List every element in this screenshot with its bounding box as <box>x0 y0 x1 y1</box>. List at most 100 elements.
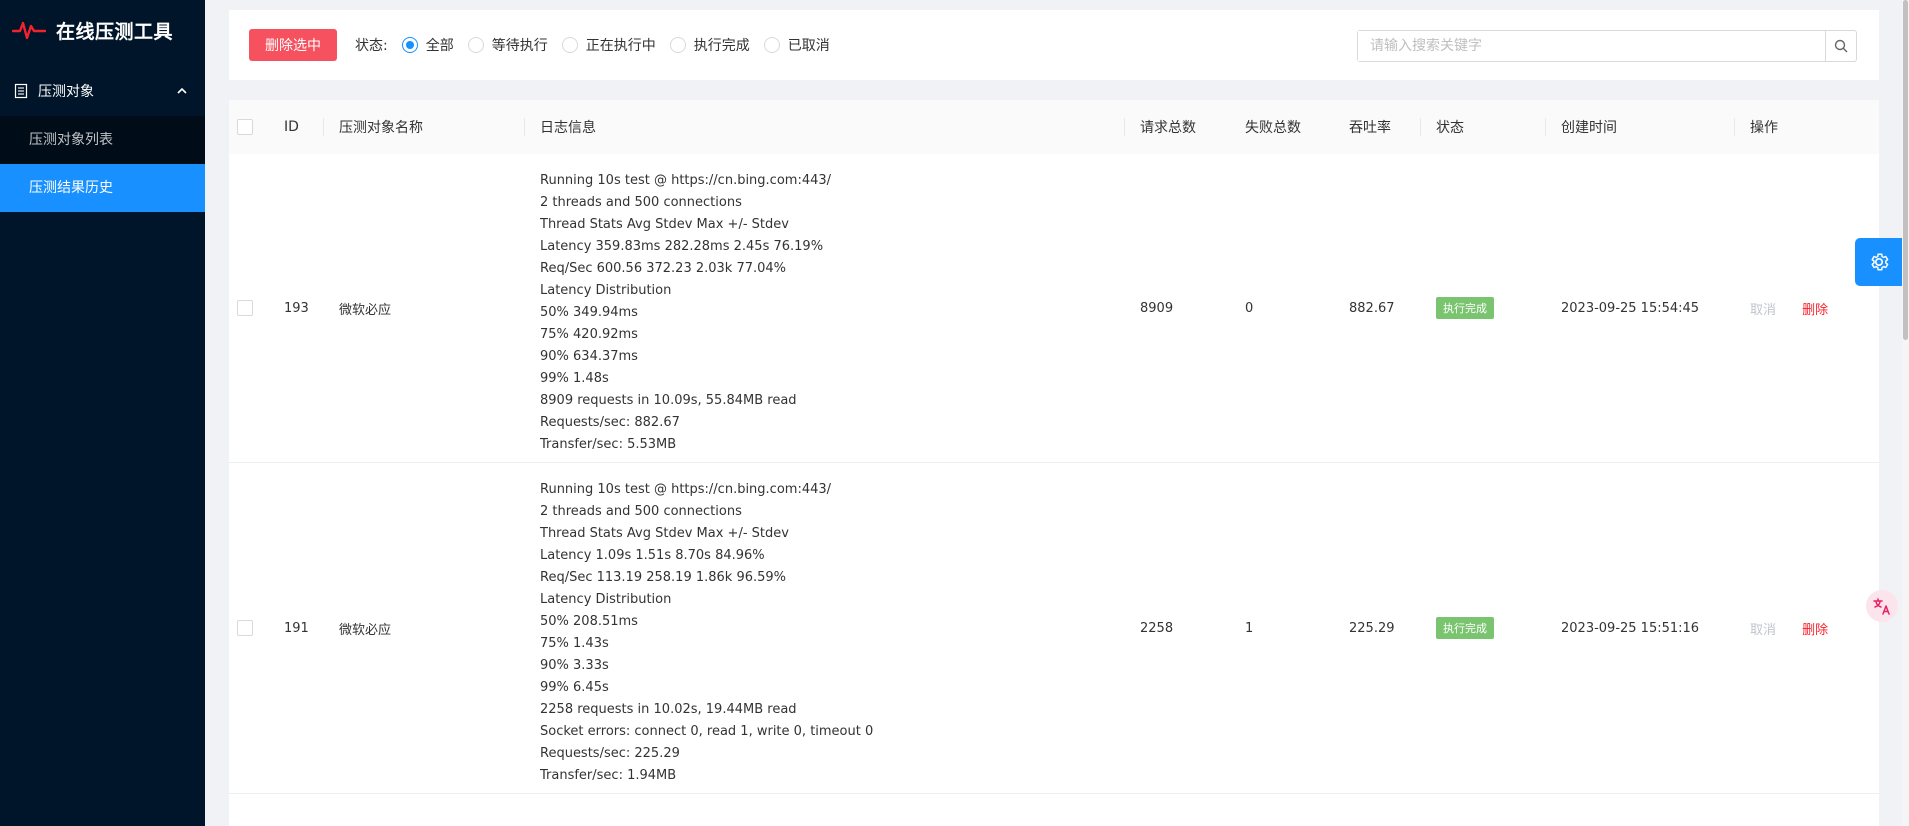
log-line: Running 10s test @ https://cn.bing.com:4… <box>540 482 832 497</box>
results-table-panel: ID 压测对象名称 日志信息 请求总数 失败总数 吞吐率 状态 创建时间 操作 … <box>229 100 1879 826</box>
row-checkbox[interactable] <box>237 620 253 636</box>
table-header-row: ID 压测对象名称 日志信息 请求总数 失败总数 吞吐率 状态 创建时间 操作 <box>229 100 1879 154</box>
log-line: 75% 420.92ms <box>540 327 638 342</box>
cell-id: 191 <box>268 462 323 794</box>
delete-link[interactable]: 删除 <box>1802 623 1828 638</box>
log-line: 90% 3.33s <box>540 658 609 673</box>
log-line: Latency Distribution <box>540 283 672 298</box>
sidebar-item-result-history[interactable]: 压测结果历史 <box>0 164 205 212</box>
status-filter-label: 状态: <box>355 38 388 54</box>
log-line: Latency 359.83ms 282.28ms 2.45s 76.19% <box>540 239 824 254</box>
log-line: Requests/sec: 225.29 <box>540 746 680 761</box>
log-line: Running 10s test @ https://cn.bing.com:4… <box>540 173 832 188</box>
log-line: Thread Stats Avg Stdev Max +/- Stdev <box>540 217 789 232</box>
menu-group-targets[interactable]: 压测对象 <box>0 66 205 116</box>
row-checkbox[interactable] <box>237 300 253 316</box>
log-line: 8909 requests in 10.09s, 55.84MB read <box>540 393 797 408</box>
cell-created: 2023-09-25 15:54:45 <box>1545 154 1734 463</box>
scrollbar-thumb[interactable] <box>1903 0 1908 340</box>
translate-icon <box>1873 598 1890 615</box>
column-header-rate: 吞吐率 <box>1349 120 1391 136</box>
filter-radio-label: 正在执行中 <box>585 38 656 54</box>
chevron-up-icon <box>177 87 187 94</box>
filter-radio-running[interactable]: 正在执行中 <box>561 35 656 55</box>
column-header-fail: 失败总数 <box>1245 120 1301 136</box>
cell-fail: 0 <box>1229 154 1333 463</box>
filter-radio-all[interactable]: 全部 <box>401 35 454 55</box>
cancel-link[interactable]: 取消 <box>1750 303 1776 318</box>
radio-circle <box>669 37 686 53</box>
radio-circle <box>401 37 418 53</box>
radio-circle <box>763 37 780 53</box>
row-select-cell <box>229 154 268 463</box>
cell-log: Running 10s test @ https://cn.bing.com:4… <box>524 462 1124 794</box>
log-line: Thread Stats Avg Stdev Max +/- Stdev <box>540 526 789 541</box>
cell-actions: 取消 删除 <box>1734 462 1879 794</box>
gear-icon <box>1871 253 1889 271</box>
cell-rate: 225.29 <box>1333 462 1420 794</box>
select-all-checkbox[interactable] <box>237 119 253 135</box>
column-header-name: 压测对象名称 <box>323 100 524 154</box>
log-line: 50% 208.51ms <box>540 614 638 629</box>
delete-selected-button[interactable]: 删除选中 <box>249 29 337 61</box>
cell-name: 微软必应 <box>323 462 524 794</box>
log-line: Socket errors: connect 0, read 1, write … <box>540 724 874 739</box>
results-table: ID 压测对象名称 日志信息 请求总数 失败总数 吞吐率 状态 创建时间 操作 … <box>229 100 1879 794</box>
log-line: Latency 1.09s 1.51s 8.70s 84.96% <box>540 548 765 563</box>
translate-button[interactable] <box>1866 590 1898 622</box>
cell-log: Running 10s test @ https://cn.bing.com:4… <box>524 154 1124 463</box>
cancel-link[interactable]: 取消 <box>1750 623 1776 638</box>
log-line: Req/Sec 600.56 372.23 2.03k 77.04% <box>540 261 787 276</box>
log-line: Requests/sec: 882.67 <box>540 415 680 430</box>
cell-fail: 1 <box>1229 462 1333 794</box>
filter-radio-label: 等待执行 <box>491 38 548 54</box>
filter-radio-waiting[interactable]: 等待执行 <box>467 35 548 55</box>
cell-status: 执行完成 <box>1420 154 1545 463</box>
log-line: 50% 349.94ms <box>540 305 638 320</box>
column-header-status: 状态 <box>1420 100 1545 154</box>
column-header-created: 创建时间 <box>1545 100 1734 154</box>
app-title: 在线压测工具 <box>56 20 174 43</box>
delete-link[interactable]: 删除 <box>1802 303 1828 318</box>
cell-created: 2023-09-25 15:51:16 <box>1545 462 1734 794</box>
status-badge: 执行完成 <box>1436 617 1494 639</box>
column-header-log: 日志信息 <box>524 100 1124 154</box>
filter-radio-label: 全部 <box>425 38 454 54</box>
log-line: Req/Sec 113.19 258.19 1.86k 96.59% <box>540 570 787 585</box>
column-header-total: 请求总数 <box>1124 100 1229 154</box>
radio-circle <box>561 37 578 53</box>
log-line: 2 threads and 500 connections <box>540 504 742 519</box>
cell-actions: 取消 删除 <box>1734 154 1879 463</box>
log-line: 75% 1.43s <box>540 636 609 651</box>
filter-radio-label: 已取消 <box>787 38 830 54</box>
log-line: 90% 634.37ms <box>540 349 638 364</box>
cell-rate: 882.67 <box>1333 154 1420 463</box>
submenu: 压测对象列表 压测结果历史 <box>0 116 205 212</box>
column-header-id: ID <box>284 119 299 135</box>
log-line: 99% 6.45s <box>540 680 609 695</box>
cell-name: 微软必应 <box>323 154 524 463</box>
document-icon <box>14 83 28 99</box>
row-select-cell <box>229 462 268 794</box>
settings-button[interactable] <box>1855 238 1903 286</box>
header-select-all <box>229 100 268 154</box>
sidebar: 在线压测工具 压测对象 压测对象列表 压测结果历史 <box>0 0 205 826</box>
filter-radio-label: 执行完成 <box>693 38 750 54</box>
search-button[interactable] <box>1825 31 1856 61</box>
radio-circle <box>467 37 484 53</box>
heartbeat-icon <box>12 21 46 40</box>
table-row: 193 微软必应 Running 10s test @ https://cn.b… <box>229 154 1879 463</box>
column-header-actions: 操作 <box>1734 100 1879 154</box>
menu-group-label: 压测对象 <box>38 84 94 100</box>
log-line: 2 threads and 500 connections <box>540 195 742 210</box>
filter-radio-completed[interactable]: 执行完成 <box>669 35 750 55</box>
table-row: 191 微软必应 Running 10s test @ https://cn.b… <box>229 462 1879 794</box>
sidebar-item-target-list[interactable]: 压测对象列表 <box>0 116 205 164</box>
toolbar: 删除选中 状态: 全部 等待执行 正在执行中 执行完成 已取消 <box>229 10 1879 80</box>
search-input[interactable] <box>1358 31 1825 61</box>
table-body: 193 微软必应 Running 10s test @ https://cn.b… <box>229 154 1879 794</box>
log-line: Transfer/sec: 5.53MB <box>540 437 677 452</box>
log-line: Transfer/sec: 1.94MB <box>540 768 677 783</box>
filter-radio-cancelled[interactable]: 已取消 <box>763 35 830 55</box>
cell-status: 执行完成 <box>1420 462 1545 794</box>
